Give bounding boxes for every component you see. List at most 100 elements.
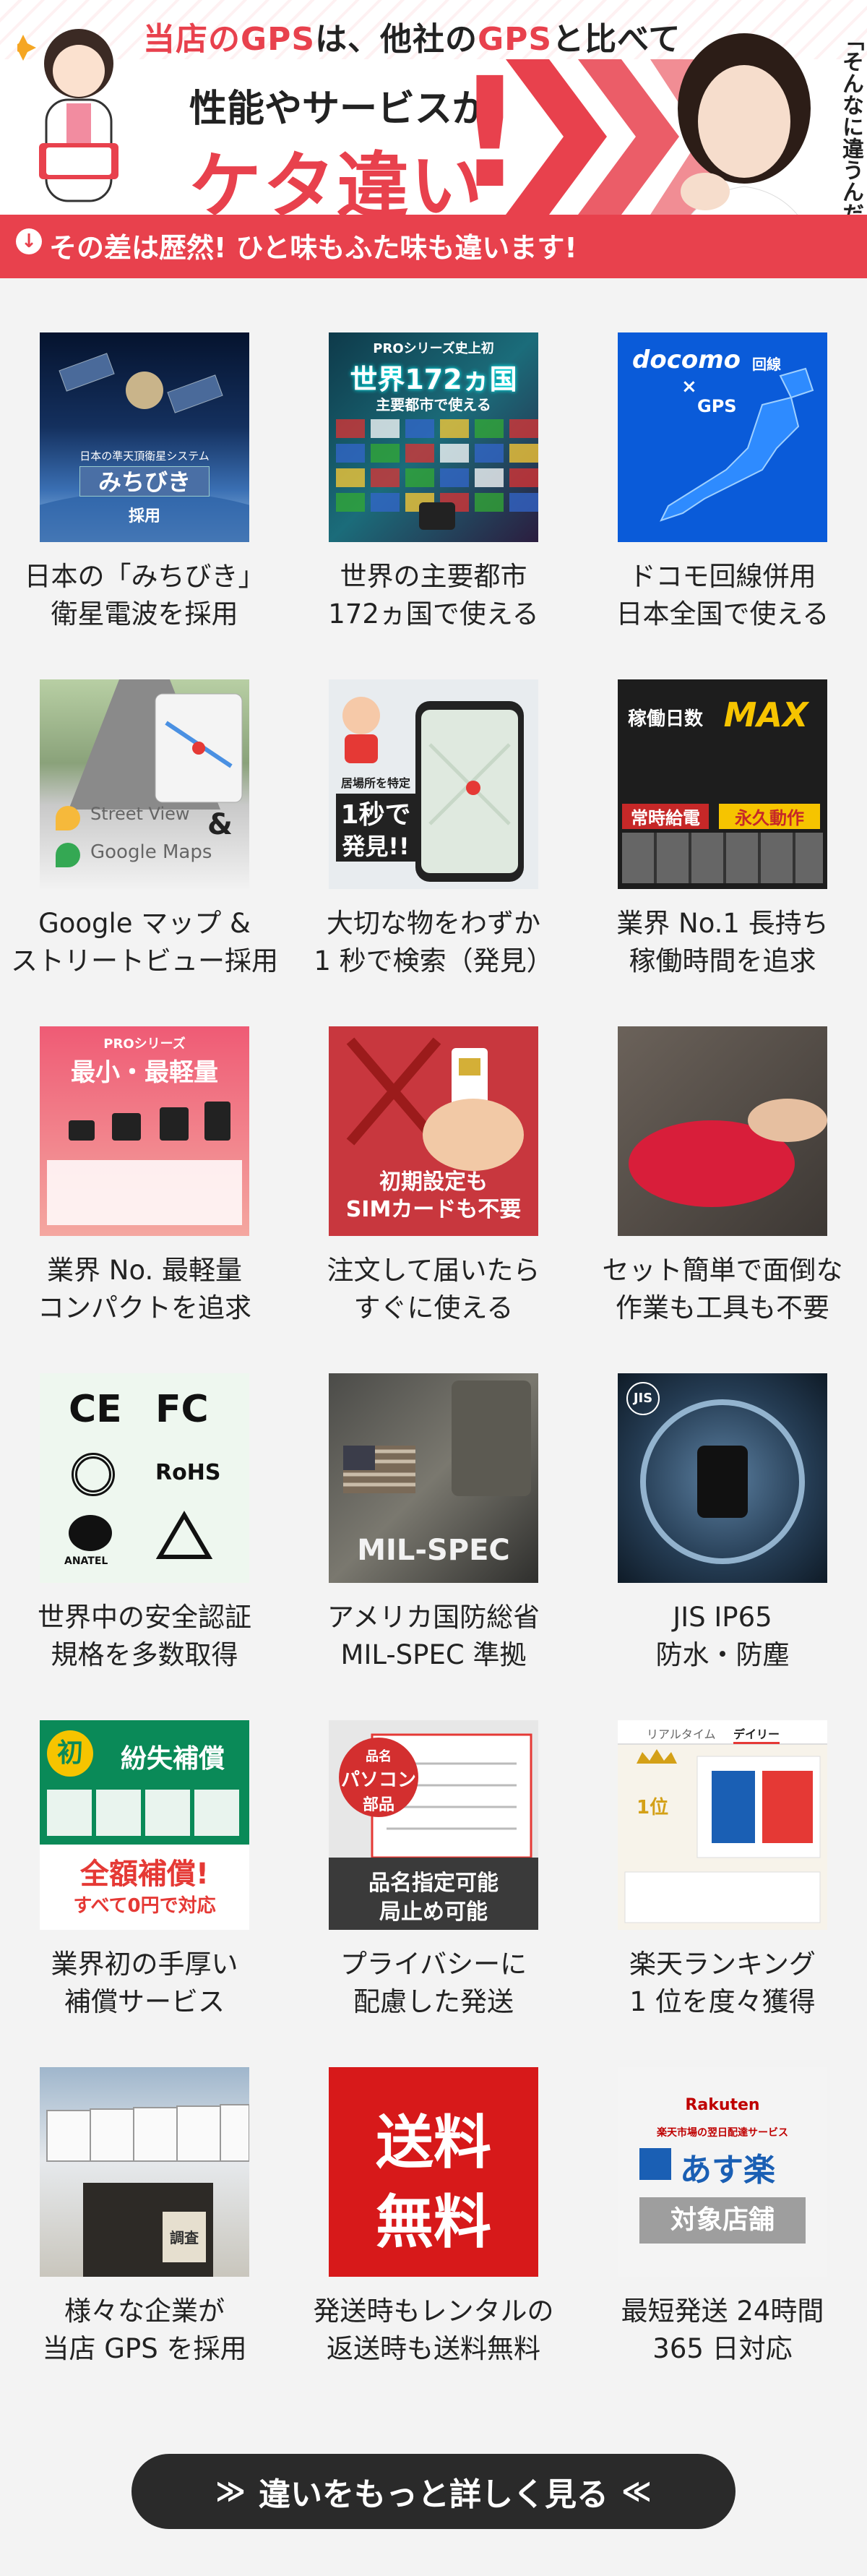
loss-compensation-label: 紛失補償 (120, 1744, 225, 1774)
feature-caption: アメリカ国防総省 MIL-SPEC 準拠 (327, 1602, 540, 1670)
google-maps-pin-icon (56, 843, 80, 867)
pro-series-first-label: PROシリーズ史上初 (373, 341, 494, 356)
down-arrow-icon: ↓ (16, 228, 42, 254)
feature-ready-to-use: 初期設定も SIMカードも不要 注文して届いたら すぐに使える (289, 1026, 578, 1373)
see-more-differences-button[interactable]: ≫ 違いをもっと詳しく見る ≪ (131, 2454, 736, 2529)
shipping-fee-label: 送料 (376, 2109, 491, 2176)
feature-certifications: CE FC RoHS ANATEL 世界中の安全認証 規格を多数取得 (0, 1373, 289, 1720)
no-sim-label: SIMカードも不要 (345, 1197, 522, 1222)
street-view-image: Street View & Google Maps (40, 679, 249, 889)
feature-caption: 業界初の手厚い 補償サービス (51, 1949, 238, 2017)
constant-power-label: 常時給電 (622, 804, 709, 829)
rcm-logo-icon (72, 1453, 115, 1496)
truck-fleet-graphic (46, 2104, 249, 2277)
compensation-icons-strip (47, 1790, 242, 1836)
car-photo-strip (622, 833, 823, 883)
feature-caption: 業界 No. 最軽量 コンパクトを追求 (38, 1255, 251, 1323)
docomo-japan-map-image: docomo 回線 × GPS (618, 332, 827, 542)
feature-smallest: PROシリーズ 最小・最軽量 業界 No. 最軽量 コンパクトを追求 (0, 1026, 289, 1373)
feature-long-battery: 稼働日数 MAX 常時給電 永久動作 業界 No.1 長持ち 稼働時間を追求 (578, 679, 867, 1026)
asuraku-logo-image: Rakuten 楽天市場の翌日配達サービス あす楽 対象店舗 (618, 2067, 827, 2277)
feature-caption: 世界の主要都市 172ヵ国で使える (328, 561, 539, 630)
fcc-logo: FC (155, 1388, 209, 1431)
rohs-logo: RoHS (155, 1460, 221, 1485)
first-badge-icon: 初 (47, 1730, 93, 1777)
triangle-certification-icon (155, 1511, 213, 1559)
truck-fleet-image: 調査 (40, 2067, 249, 2277)
feature-world-172: PROシリーズ史上初 世界172ヵ国 主要都市で使える 世界の主要都市 172ヵ国… (289, 332, 578, 679)
feature-caption: 大切な物をわずか 1 秒で検索（発見） (314, 908, 553, 976)
google-maps-text: Google Maps (90, 841, 212, 863)
device-lineup-graphic (47, 1102, 242, 1225)
feature-caption: 最短発送 24時間 365 日対応 (621, 2296, 824, 2364)
post-office-hold-label: 局止め可能 (379, 1899, 488, 1925)
asuraku-cube-icon (639, 2148, 671, 2180)
feature-caption: 楽天ランキング 1 位を度々獲得 (629, 1949, 816, 2017)
feature-caption: 発送時もレンタルの 返送時も送料無料 (313, 2296, 554, 2364)
locate-label: 居場所を特定 (340, 776, 410, 790)
michibiki-name-label: みちびき (79, 466, 210, 497)
eligible-store-label: 対象店舗 (639, 2197, 806, 2244)
more-button-wrapper: ≫ 違いをもっと詳しく見る ≪ (0, 2414, 867, 2530)
one-second-label: 1秒で (336, 794, 415, 831)
free-label: 無料 (376, 2189, 491, 2256)
feature-google-maps: Street View & Google Maps Google マップ & スト… (0, 679, 289, 1026)
zero-yen-label: すべて0円で対応 (73, 1895, 216, 1917)
permanent-operation-label: 永久動作 (719, 804, 820, 829)
next-day-service-label: 楽天市場の翌日配達サービス (657, 2127, 788, 2139)
feature-one-second-search: 居場所を特定 1秒で 発見!! 大切な物をわずか 1 秒で検索（発見） (289, 679, 578, 1026)
battery-max-image: 稼働日数 MAX 常時給電 永久動作 (618, 679, 827, 889)
world-flags-image: PROシリーズ史上初 世界172ヵ国 主要都市で使える (329, 332, 538, 542)
asuraku-logo-text: あす楽 (680, 2152, 775, 2189)
feature-docomo: docomo 回線 × GPS ドコモ回線併用 日本全国で使える (578, 332, 867, 679)
feature-caption: 注文して届いたら すぐに使える (327, 1255, 540, 1323)
feature-caption: JIS IP65 防水・防塵 (655, 1602, 790, 1670)
no-sim-image: 初期設定も SIMカードも不要 (329, 1026, 538, 1236)
pouch-graphic (629, 1099, 827, 1207)
ranking-screenshot-image: リアルタイム デイリー 1位 (618, 1720, 827, 1930)
ce-logo: CE (69, 1388, 122, 1431)
certification-logos-image: CE FC RoHS ANATEL (40, 1373, 249, 1583)
michibiki-system-label: 日本の準天頂衛星システム (79, 450, 210, 463)
feature-mil-spec: MIL-SPEC アメリカ国防総省 MIL-SPEC 準拠 (289, 1373, 578, 1720)
times-icon: × (681, 376, 697, 398)
found-label: 発見!! (336, 828, 415, 862)
feature-caption: プライバシーに 配慮した発送 (340, 1949, 527, 2017)
doctor-illustration (17, 29, 118, 202)
mil-spec-label: MIL-SPEC (357, 1534, 510, 1567)
anatel-icon (69, 1515, 112, 1551)
double-chevron-left-icon: ≪ (621, 2475, 652, 2508)
mil-spec-image: MIL-SPEC (329, 1373, 538, 1583)
feature-caption: 様々な企業が 当店 GPS を採用 (42, 2296, 247, 2364)
banner-tagline: 当店のGPSは、他社のGPSと比べて (143, 21, 681, 58)
feature-ip65: JIS JIS IP65 防水・防塵 (578, 1373, 867, 1720)
feature-caption: 業界 No.1 長持ち 稼働時間を追求 (616, 908, 829, 976)
feature-grid: 日本の準天頂衛星システム みちびき 採用 日本の「みちびき」 衛星電波を採用 PR… (0, 278, 867, 2414)
feature-caption: ドコモ回線併用 日本全国で使える (616, 561, 829, 630)
waterproof-device-image: JIS (618, 1373, 827, 1583)
ranking-crown-graphic (624, 1749, 821, 1923)
investigation-document-label: 調査 (170, 2229, 199, 2246)
world-172-label: 世界172ヵ国 (350, 364, 517, 395)
feature-michibiki: 日本の準天頂衛星システム みちびき 採用 日本の「みちびき」 衛星電波を採用 (0, 332, 289, 679)
banner-line-performance: 性能やサービスが (189, 87, 491, 131)
rank-first-label: 1位 (637, 1797, 669, 1819)
full-compensation-label: 全額補償! (79, 1858, 210, 1891)
rakuten-logo-text: Rakuten (685, 2096, 760, 2114)
feature-caption: Google マップ & ストリートビュー採用 (11, 908, 278, 976)
operating-days-label: 稼働日数 (627, 708, 703, 730)
docomo-logo-text: docomo (632, 345, 741, 374)
adoption-label: 採用 (128, 507, 160, 525)
feature-easy-setup: セット簡単で面倒な 作業も工具も不要 (578, 1026, 867, 1373)
comparison-banner: 当店のGPSは、他社のGPSと比べて 性能やサービスが ケタ違い ! 「そんなに… (0, 0, 867, 278)
feature-compensation: 初 紛失補償 全額補償! すべて0円で対応 業界初の手厚い 補償サービス (0, 1720, 289, 2067)
line-label: 回線 (752, 356, 781, 373)
feature-corporate-adoption: 調査 様々な企業が 当店 GPS を採用 (0, 2067, 289, 2414)
street-view-pin-icon (56, 806, 80, 830)
jis-mark-icon: JIS (626, 1382, 660, 1415)
feature-caption: 日本の「みちびき」 衛星電波を採用 (24, 561, 265, 630)
feature-privacy: 品名 パソコン 部品 品名指定可能 局止め可能 プライバシーに 配慮した発送 (289, 1720, 578, 2067)
see-more-label: 違いをもっと詳しく見る (259, 2476, 608, 2513)
loss-compensation-image: 初 紛失補償 全額補償! すべて0円で対応 (40, 1720, 249, 1930)
feature-caption: 世界中の安全認証 規格を多数取得 (38, 1602, 251, 1670)
